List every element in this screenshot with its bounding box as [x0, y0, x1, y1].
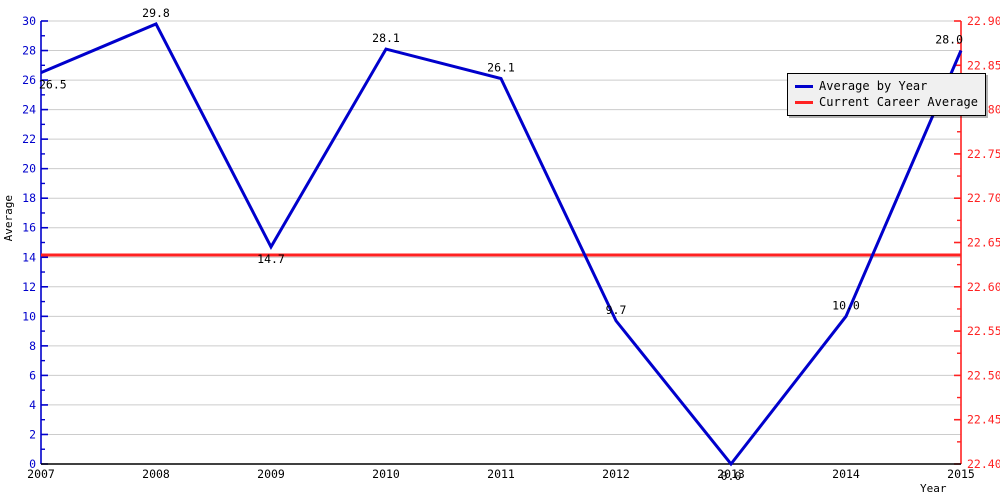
line-chart: 0 2 4 6 8 10 12 14 16 18 20 22 24 26 28 30 22.40 22.45 22…: [0, 0, 1000, 500]
y2-tick-label: 22.85: [967, 58, 1000, 72]
y-tick-label: 20: [22, 162, 36, 176]
y-tick-label: 24: [22, 103, 36, 117]
x-tick-label: 2007: [27, 467, 55, 481]
legend-label-average-by-year: Average by Year: [819, 79, 928, 93]
y-tick-label: 26: [22, 73, 36, 87]
point-value-label: 14.7: [257, 252, 285, 266]
y-axis-title: Average: [2, 195, 15, 242]
y-tick-label: 22: [22, 132, 36, 146]
x-axis-title: Year: [920, 482, 947, 495]
y-tick-label: 2: [29, 427, 36, 441]
y2-tick-label: 22.50: [967, 368, 1000, 382]
point-value-label: 10.0: [832, 298, 860, 312]
y-tick-label: 28: [22, 44, 36, 58]
point-value-label: 28.1: [372, 31, 400, 45]
x-tick-label: 2012: [602, 467, 630, 481]
y-tick-label: 30: [22, 14, 36, 28]
legend-swatch-current-career-average: [795, 100, 813, 104]
y-tick-label: 6: [29, 368, 36, 382]
x-tick-label: 2014: [832, 467, 860, 481]
y-tick-label: 18: [22, 191, 36, 205]
x-tick-label: 2009: [257, 467, 285, 481]
y2-tick-label: 22.55: [967, 324, 1000, 338]
y-tick-label: 16: [22, 221, 36, 235]
y2-tick-label: 22.45: [967, 413, 1000, 427]
y2-tick-label: 22.65: [967, 236, 1000, 250]
bottom-axis: 2007 2008 2009 2010 2011 2012 2013 2014 2015: [27, 463, 975, 481]
y2-tick-label: 22.90: [967, 14, 1000, 28]
point-value-label: 9.7: [606, 303, 627, 317]
point-value-label: 26.1: [487, 61, 515, 75]
point-value-label: 29.8: [142, 6, 170, 20]
x-tick-label: 2011: [487, 467, 515, 481]
y2-tick-label: 22.75: [967, 147, 1000, 161]
point-value-label: 0.0: [721, 469, 742, 483]
y-tick-label: 4: [29, 398, 36, 412]
legend-swatch-average-by-year: [795, 84, 813, 88]
point-value-label: 28.0: [935, 33, 963, 47]
x-tick-label: 2008: [142, 467, 170, 481]
y-tick-label: 10: [22, 309, 36, 323]
y-tick-label: 14: [22, 250, 36, 264]
legend-item-current-career-average: Current Career Average: [795, 94, 978, 110]
chart-legend: Average by Year Current Career Average: [787, 73, 986, 116]
x-tick-label: 2015: [947, 467, 975, 481]
y2-tick-label: 22.70: [967, 191, 1000, 205]
legend-label-current-career-average: Current Career Average: [819, 95, 978, 109]
point-value-label: 26.5: [39, 78, 67, 92]
legend-item-average-by-year: Average by Year: [795, 78, 978, 94]
y-tick-label: 8: [29, 339, 36, 353]
y2-tick-label: 22.60: [967, 280, 1000, 294]
y-tick-label: 12: [22, 280, 36, 294]
x-tick-label: 2010: [372, 467, 400, 481]
